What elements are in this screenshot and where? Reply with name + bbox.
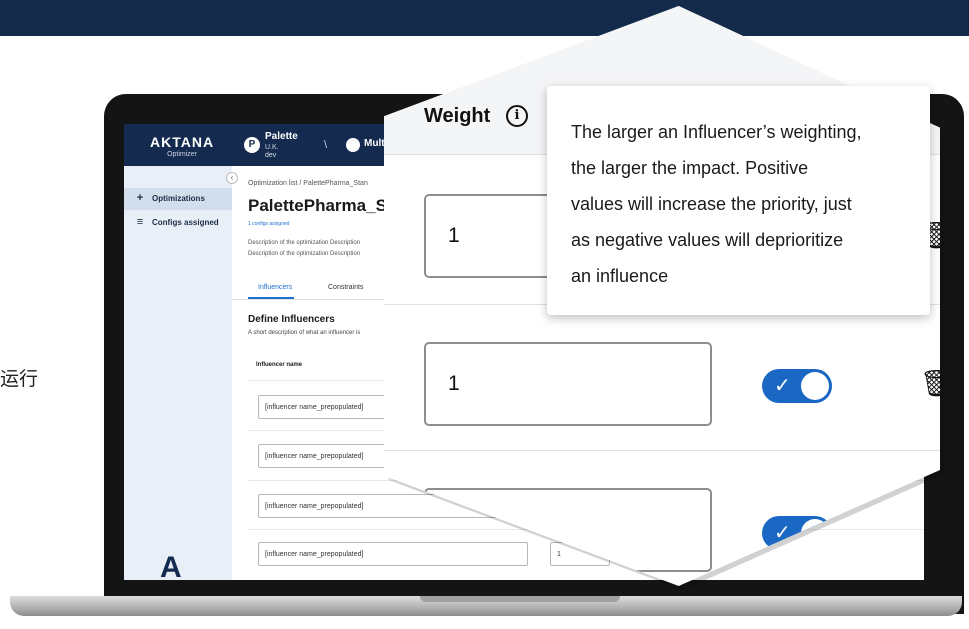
brand-name: AKTANA <box>150 134 215 150</box>
tab-influencers[interactable]: Influencers <box>258 284 292 291</box>
cropped-text: 运行 <box>0 368 39 390</box>
tooltip-line: as negative values will deprioritize <box>571 230 844 250</box>
database-icon <box>346 138 360 152</box>
weight-info-tooltip: The larger an Influencer’s weighting, th… <box>547 86 930 315</box>
check-icon: ✓ <box>774 375 791 397</box>
delete-icon[interactable]: 🗑 <box>920 368 940 399</box>
section-title: Define Influencers <box>248 314 335 325</box>
sidebar-logo: A <box>160 551 182 580</box>
configs-assigned-link[interactable]: 1 configs assigned <box>248 221 289 227</box>
tooltip-line: values will increase the priority, just <box>571 194 852 214</box>
influencer-enabled-toggle[interactable]: ✓ <box>762 369 832 403</box>
influencer-name-input[interactable]: [influencer name_prepopulated] <box>258 542 528 566</box>
weight-column-label: Weight <box>424 105 491 127</box>
palette-env-label: dev <box>265 152 277 159</box>
palette-region-label: U.K. <box>265 144 279 151</box>
brand-logo[interactable]: AKTANA Optimizer <box>150 134 214 158</box>
toggle-knob <box>801 372 829 400</box>
tooltip-line: an influence <box>571 266 669 286</box>
weight-input[interactable]: 1 <box>424 342 712 426</box>
breadcrumb[interactable]: Optimization list / PalettePharma_Stan <box>248 180 368 187</box>
database-icon: ≡ <box>136 216 144 228</box>
page-title: PalettePharma_Sta <box>248 196 403 215</box>
plus-icon: + <box>136 192 144 204</box>
top-banner <box>0 0 969 36</box>
sidebar: ‹ + Optimizations ≡ Configs assigned A <box>124 166 238 580</box>
brand-subtitle: Optimizer <box>167 151 198 158</box>
sidebar-item-configs-assigned[interactable]: ≡ Configs assigned <box>124 212 232 234</box>
tooltip-line: the larger the impact. Positive <box>571 158 809 178</box>
laptop-notch <box>420 596 620 602</box>
info-icon[interactable]: i <box>506 105 528 127</box>
page-description: Description of the optimization Descript… <box>248 240 361 246</box>
multi-selector[interactable]: Multi <box>364 138 387 149</box>
column-header-influencer-name: Influencer name <box>256 362 303 368</box>
sidebar-item-optimizations[interactable]: + Optimizations <box>124 188 232 210</box>
zoom-divider <box>384 450 940 451</box>
sidebar-item-label: Configs assigned <box>152 218 219 227</box>
page-description: Description of the optimization Descript… <box>248 251 361 257</box>
tab-constraints[interactable]: Constraints <box>328 284 363 291</box>
palette-region: U.K. dev <box>265 144 279 160</box>
palette-icon: P <box>244 137 260 153</box>
palette-title[interactable]: Palette <box>265 131 298 142</box>
tooltip-line: The larger an Influencer’s weighting, <box>571 122 862 142</box>
section-description: A short description of what an influence… <box>248 330 361 336</box>
sidebar-item-label: Optimizations <box>152 194 205 203</box>
header-separator: \ <box>324 139 328 151</box>
